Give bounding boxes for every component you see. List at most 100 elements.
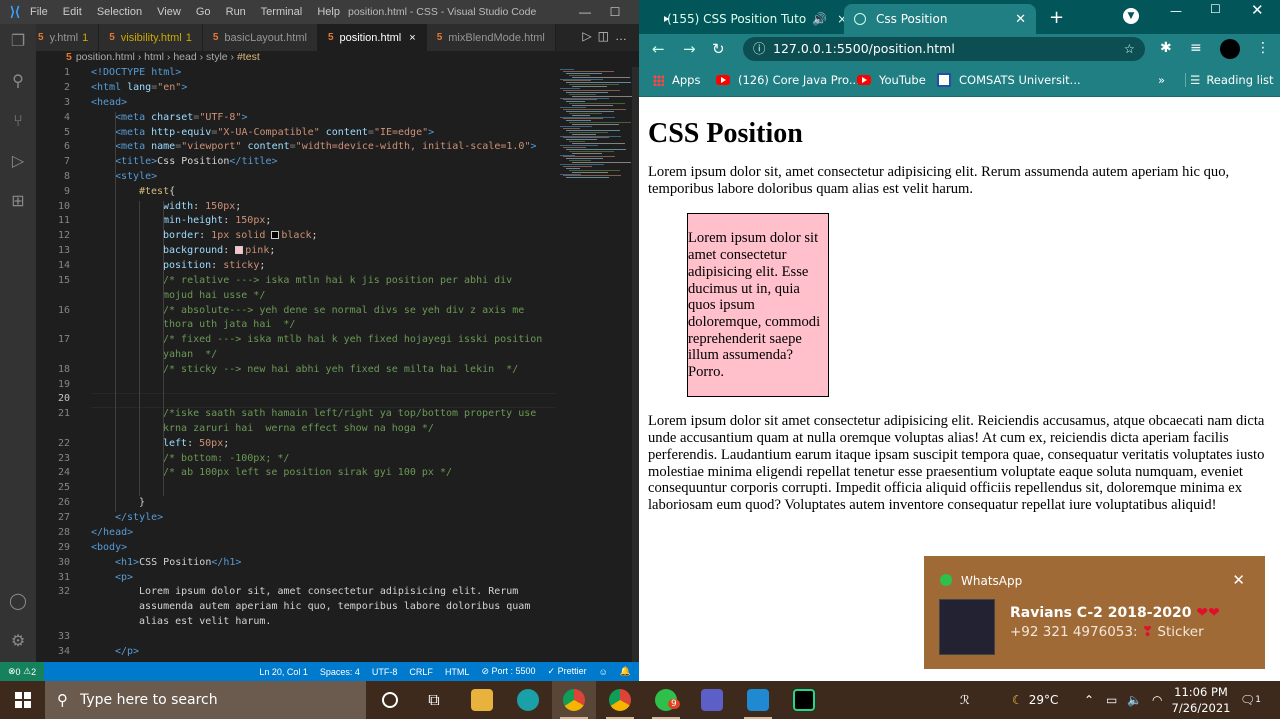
tab-visibility[interactable]: 5 visibility.html 1 — [99, 24, 203, 51]
tab-css-position[interactable]: Css Position ✕ — [844, 4, 1036, 34]
tab-search-icon[interactable]: ▼ — [1123, 8, 1139, 24]
run-debug-icon[interactable]: ▷ — [8, 152, 28, 172]
chrome-taskbar-icon[interactable] — [552, 681, 596, 719]
color-swatch[interactable] — [235, 246, 244, 254]
vscode-window: ⟩⟨ File Edit Selection View Go Run Termi… — [0, 0, 639, 681]
encoding[interactable]: UTF-8 — [372, 667, 398, 677]
code-line: thora uth jata hai */ — [91, 319, 295, 330]
menu-terminal[interactable]: Terminal — [261, 6, 303, 18]
battery-icon[interactable]: ▭ — [1106, 681, 1117, 719]
teams-icon[interactable] — [690, 681, 734, 719]
site-info-icon[interactable]: ⓘ — [753, 37, 766, 61]
remote-indicator[interactable]: ⊗ 0 ⚠ 2 — [0, 662, 45, 681]
tab-youtube[interactable]: (155) CSS Position Tuto 🔊 × — [649, 4, 847, 34]
account-icon[interactable]: ◯ — [8, 592, 28, 612]
extensions-puzzle-icon[interactable]: ✱ — [1160, 40, 1172, 56]
prettier-status[interactable]: ✓ Prettier — [548, 666, 587, 677]
extensions-icon[interactable]: ⊞ — [8, 192, 28, 212]
more-actions-icon[interactable]: … — [615, 29, 633, 43]
vscode-taskbar-icon[interactable] — [736, 681, 780, 719]
system-clock[interactable]: 11:06 PM 7/26/2021 — [1170, 684, 1232, 716]
bookmark-core-java[interactable]: (126) Core Java Pro... — [716, 73, 860, 87]
breadcrumb-head[interactable]: head — [173, 51, 196, 63]
cursor-position[interactable]: Ln 20, Col 1 — [259, 667, 308, 677]
pycharm-icon[interactable] — [782, 681, 826, 719]
indent-guide — [115, 112, 116, 512]
search-icon[interactable]: ⚲ — [8, 72, 28, 92]
task-view-icon[interactable]: ⧉ — [412, 681, 456, 719]
bookmark-comsats[interactable]: COMSATS Universit... — [937, 73, 1081, 87]
minimize-button[interactable]: — — [570, 0, 600, 24]
explorer-icon[interactable]: ❐ — [8, 32, 28, 52]
tab-mix-blend-mode[interactable]: 5 mixBlendMode.html — [426, 24, 556, 51]
maximize-button[interactable]: ☐ — [600, 0, 630, 24]
menu-go[interactable]: Go — [196, 6, 211, 18]
editor-scrollbar[interactable] — [632, 67, 639, 662]
color-swatch[interactable] — [271, 231, 280, 239]
weather-widget[interactable]: ☾ 29°C — [1012, 681, 1058, 719]
whatsapp-taskbar-icon[interactable]: 9 — [644, 681, 688, 719]
new-tab-button[interactable]: + — [1049, 7, 1064, 28]
show-hidden-icons[interactable]: ⌃ — [1084, 681, 1094, 719]
notifications-bell-icon[interactable]: 🔔 — [620, 666, 631, 677]
edge-icon[interactable] — [506, 681, 550, 719]
settings-gear-icon[interactable]: ⚙ — [8, 632, 28, 652]
close-tab-icon[interactable]: × — [409, 32, 415, 44]
whatsapp-badge: 9 — [668, 699, 680, 709]
bookmark-apps[interactable]: Apps — [653, 73, 700, 87]
start-button[interactable] — [0, 681, 45, 719]
line-ending[interactable]: CRLF — [409, 667, 433, 677]
action-center-icon[interactable]: 🗨 1 — [1240, 681, 1261, 719]
menu-run[interactable]: Run — [226, 6, 246, 18]
code-editor[interactable]: 1 <!DOCTYPE html> 2 <html lang="en"> 3 <head>… — [36, 67, 556, 662]
maximize-button[interactable]: ☐ — [1210, 2, 1221, 16]
live-server-port[interactable]: ⊘ Port : 5500 — [481, 666, 535, 677]
split-editor-icon[interactable]: ◫ — [598, 29, 615, 43]
audio-playing-icon[interactable]: 🔊 — [812, 12, 827, 26]
address-bar[interactable]: ⓘ 127.0.0.1:5500/position.html ☆ — [743, 37, 1145, 61]
bookmark-star-icon[interactable]: ☆ — [1124, 37, 1135, 61]
reading-list[interactable]: ☰ Reading list — [1185, 73, 1274, 87]
close-tab-icon[interactable]: ✕ — [1015, 12, 1026, 27]
tab-y-html[interactable]: 5 y.html 1 — [36, 24, 100, 51]
menu-help[interactable]: Help — [317, 6, 340, 18]
minimap[interactable] — [556, 67, 636, 662]
taskbar-search[interactable]: ⚲ Type here to search — [45, 681, 366, 719]
breadcrumb-file[interactable]: position.html — [76, 51, 135, 63]
forward-arrow-icon[interactable]: → — [683, 40, 696, 58]
tab-basic-layout[interactable]: 5 basicLayout.html — [202, 24, 318, 51]
code-token: > — [530, 141, 537, 152]
profile-avatar[interactable] — [1220, 39, 1240, 59]
bookmark-youtube[interactable]: YouTube — [857, 73, 926, 87]
tab-position[interactable]: 5 position.html × — [317, 24, 427, 51]
back-arrow-icon[interactable]: ← — [652, 40, 665, 58]
reload-icon[interactable]: ↻ — [712, 40, 725, 58]
cortana-icon[interactable] — [368, 681, 412, 719]
bookmarks-overflow-icon[interactable]: » — [1158, 73, 1165, 87]
close-notification-icon[interactable]: ✕ — [1232, 571, 1245, 589]
file-explorer-icon[interactable] — [460, 681, 504, 719]
breadcrumb-style[interactable]: style — [206, 51, 228, 63]
whatsapp-notification[interactable]: WhatsApp ✕ Ravians C-2 2018-2020 ❤❤ +92 … — [924, 556, 1265, 669]
chrome-menu-icon[interactable]: ⋮ — [1256, 40, 1270, 56]
feedback-icon[interactable]: ☺ — [599, 667, 608, 677]
breadcrumb-selector[interactable]: #test — [237, 51, 260, 63]
people-icon[interactable]: ℛ — [960, 681, 970, 719]
run-icon[interactable]: ▷ — [582, 29, 597, 43]
breadcrumb-html[interactable]: html — [144, 51, 164, 63]
minimap-line — [560, 154, 575, 156]
wifi-icon[interactable]: ◠ — [1152, 681, 1162, 719]
menu-view[interactable]: View — [157, 6, 181, 18]
close-button[interactable]: ✕ — [1251, 1, 1264, 19]
source-control-icon[interactable]: ⑂ — [8, 112, 28, 132]
menu-file[interactable]: File — [30, 6, 48, 18]
indentation[interactable]: Spaces: 4 — [320, 667, 360, 677]
chrome-profile-taskbar-icon[interactable] — [598, 681, 642, 719]
menu-selection[interactable]: Selection — [97, 6, 142, 18]
media-control-icon[interactable]: ≡ — [1190, 40, 1202, 56]
minimize-button[interactable]: — — [1170, 4, 1182, 18]
menu-edit[interactable]: Edit — [63, 6, 82, 18]
volume-icon[interactable]: 🔈 — [1127, 681, 1142, 719]
language-mode[interactable]: HTML — [445, 667, 470, 677]
bookmarks-bar: Apps (126) Core Java Pro... YouTube COMS… — [639, 64, 1280, 97]
